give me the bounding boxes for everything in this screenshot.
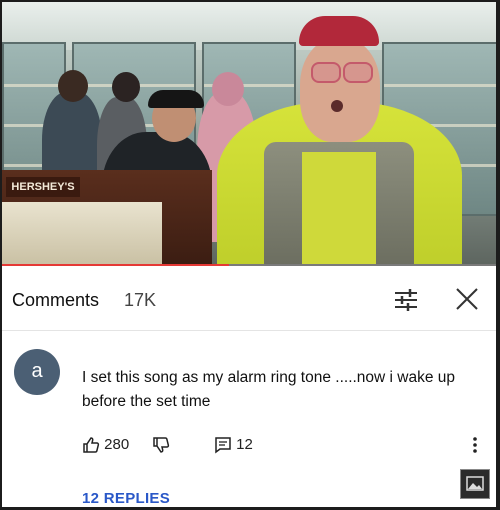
close-icon[interactable]	[454, 286, 480, 312]
video-player[interactable]: HERSHEY'S	[2, 2, 496, 266]
progress-bar-fill	[2, 264, 230, 266]
red-cap	[299, 16, 379, 46]
background-person-head	[212, 72, 244, 106]
sunglasses-right	[343, 62, 373, 83]
progress-bar[interactable]	[2, 264, 496, 266]
like-button[interactable]: 280	[82, 434, 129, 456]
comment-text: I set this song as my alarm ring tone ..…	[82, 369, 456, 410]
image-icon	[466, 476, 484, 491]
comments-header: Comments 17K	[2, 268, 496, 331]
counter-goods	[2, 202, 162, 266]
more-vertical-icon[interactable]	[470, 434, 480, 456]
image-gallery-button[interactable]	[460, 469, 490, 499]
candy-sign: HERSHEY'S	[6, 177, 80, 197]
comments-count: 17K	[124, 290, 157, 310]
open-mouth	[331, 100, 343, 112]
imgflip-watermark: imgflip.com	[5, 494, 61, 506]
screenshot-frame: HERSHEY'S Comments 17K a I set this song…	[2, 2, 496, 507]
avatar[interactable]: a	[14, 349, 60, 395]
dislike-button[interactable]	[152, 434, 170, 456]
thumbs-down-icon	[153, 437, 170, 453]
view-replies-link[interactable]: 12 REPLIES	[82, 490, 170, 507]
like-count: 280	[104, 436, 130, 453]
thumbs-up-icon	[83, 437, 100, 453]
background-person-head	[58, 70, 88, 102]
reply-button[interactable]: 12	[214, 434, 253, 456]
reply-icon	[215, 437, 231, 454]
main-person-face	[300, 38, 380, 142]
comments-title: Comments	[12, 290, 100, 310]
reply-count: 12	[236, 436, 253, 453]
sunglasses-left	[311, 62, 341, 83]
background-person-head	[112, 72, 140, 102]
black-cap	[148, 90, 204, 108]
hoodie-chest	[302, 152, 376, 266]
filter-sliders-icon[interactable]	[393, 288, 419, 312]
